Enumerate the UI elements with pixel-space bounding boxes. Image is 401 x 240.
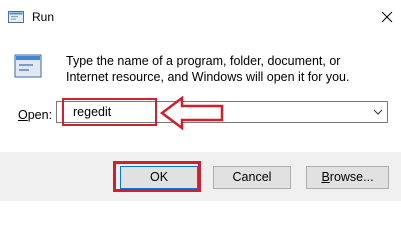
open-label-accelerator: O [18, 108, 28, 122]
run-icon [8, 11, 24, 23]
dialog-body [0, 34, 401, 154]
close-icon[interactable] [376, 6, 398, 28]
open-label-text: pen: [27, 108, 53, 122]
ok-button[interactable]: OK [120, 166, 198, 189]
dialog-description: Type the name of a program, folder, docu… [66, 54, 350, 84]
window-title: Run [32, 10, 55, 24]
cancel-button[interactable]: Cancel [213, 166, 291, 189]
left-arrow-icon [160, 96, 224, 130]
open-label: Open: [18, 108, 52, 122]
chevron-down-icon[interactable] [373, 107, 383, 117]
title-bar: Run [0, 0, 401, 34]
run-program-icon [14, 54, 42, 78]
browse-label: rowse... [329, 170, 374, 184]
input-highlight-box [62, 98, 157, 126]
browse-button[interactable]: Browse... [306, 166, 389, 189]
browse-accelerator: B [321, 170, 330, 184]
